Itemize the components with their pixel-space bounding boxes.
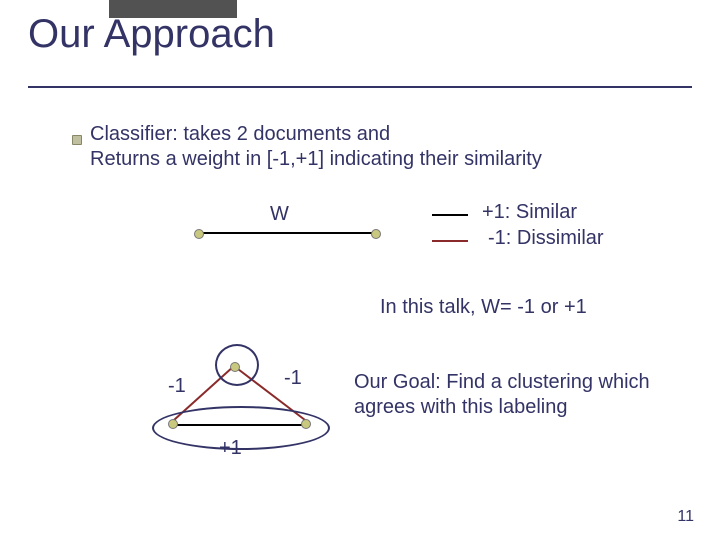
cluster-bottom-ellipse: [152, 406, 330, 450]
goal-text-line1: Our Goal: Find a clustering which agrees…: [354, 370, 674, 420]
edge-neg1-left: -1: [168, 375, 186, 398]
title-underline: [28, 86, 692, 88]
doc-node-b: [371, 229, 381, 239]
legend-similar-text: +1: Similar: [482, 201, 577, 224]
cluster-top-ellipse: [215, 344, 259, 386]
slide-number: 11: [677, 508, 694, 526]
legend-similar-line: [432, 214, 468, 216]
talk-note: In this talk, W= -1 or +1: [380, 296, 587, 319]
classifier-line-1: Classifier: takes 2 documents and: [90, 123, 390, 146]
classifier-line-2: Returns a weight in [-1,+1] indicating t…: [90, 148, 542, 171]
legend-dissimilar-line: [432, 240, 468, 242]
edge-neg1-right: -1: [284, 367, 302, 390]
goal-text: Our Goal: Find a clustering which agrees…: [354, 370, 674, 420]
legend-dissimilar-text: -1: Dissimilar: [488, 227, 604, 250]
w-edge-label: W: [270, 203, 289, 226]
edge-lines: [0, 0, 720, 540]
slide-title: Our Approach: [28, 12, 275, 57]
bullet-icon: [72, 135, 82, 145]
doc-node-a: [194, 229, 204, 239]
